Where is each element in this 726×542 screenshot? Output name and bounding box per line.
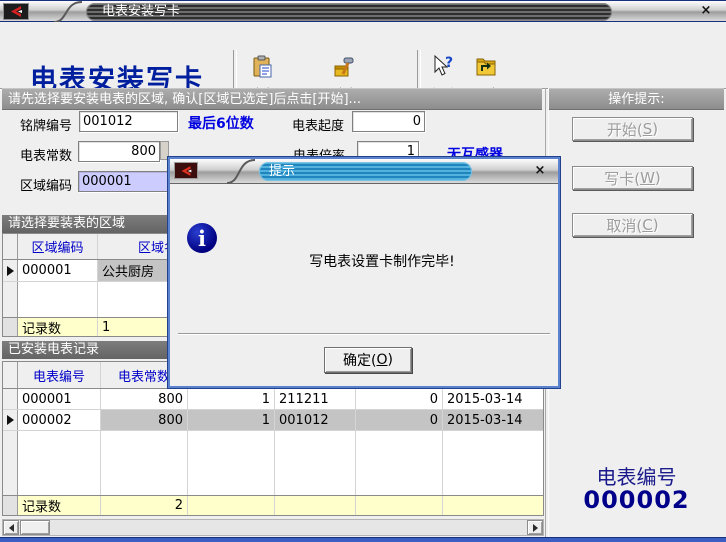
info-icon: i	[187, 223, 217, 253]
exit-folder-icon	[474, 54, 500, 84]
left-arrow-icon	[9, 524, 14, 532]
current-row-marker-icon	[7, 415, 14, 425]
meter-number-value: 000002	[549, 486, 724, 514]
operation-hint-header: 操作提示:	[549, 88, 724, 110]
clipboard-icon	[249, 54, 275, 84]
titlebar-swoosh	[52, 1, 90, 23]
cell-ratio: 1	[188, 410, 275, 430]
scroll-left-button[interactable]	[3, 520, 19, 535]
last6-hint: 最后6位数	[188, 113, 254, 133]
dialog-message: 写电表设置卡制作完毕!	[170, 251, 558, 271]
dialog-title: 提示	[259, 162, 472, 181]
constant-input[interactable]	[78, 141, 160, 162]
svg-text:?: ?	[445, 55, 453, 71]
dialog-close-button[interactable]: ×	[532, 163, 548, 179]
region-code-input[interactable]	[78, 171, 178, 192]
dialog-titlebar: 提示 ×	[170, 159, 558, 184]
row-selector-cell	[3, 389, 18, 409]
cell-nameplate: 211211	[275, 389, 356, 409]
cell-meter-no: 000002	[18, 410, 101, 430]
horizontal-scrollbar[interactable]	[2, 519, 544, 536]
toolbar: 电表安装写卡 读卡	[0, 22, 726, 89]
app-logo-icon	[3, 3, 29, 20]
scroll-right-button[interactable]	[527, 520, 543, 535]
window-border-bottom	[0, 537, 726, 542]
cell-date: 2015-03-14	[443, 389, 543, 409]
cell-region-code: 000001	[18, 260, 98, 281]
meter-table-footer: 记录数 2	[3, 495, 543, 515]
row-selector-header	[3, 234, 18, 259]
cell-meter-constant: 800	[101, 410, 188, 430]
cell-date: 2015-03-14	[443, 410, 543, 430]
ok-button[interactable]: 确定(O)	[324, 347, 412, 373]
current-row-marker-icon	[7, 266, 14, 276]
nameplate-input[interactable]	[79, 111, 178, 132]
record-count-value: 2	[101, 496, 188, 515]
write-card-button[interactable]: 写卡(W)	[572, 166, 693, 190]
table-empty-area	[3, 431, 543, 495]
cell-start-reading: 0	[356, 389, 443, 409]
cell-nameplate: 001012	[275, 410, 356, 430]
cancel-button[interactable]: 取消(C)	[572, 213, 693, 237]
row-selector-cell	[3, 260, 18, 281]
instruction-statusbar: 请先选择要安装电表的区域, 确认[区域已选定]后点击[开始]...	[2, 88, 542, 110]
column-header-meter-no: 电表编号	[18, 362, 101, 388]
window-close-button[interactable]: ×	[698, 3, 714, 19]
dialog-separator	[178, 333, 550, 335]
start-reading-label: 电表起度	[292, 115, 344, 134]
app-window: 电表安装写卡 × 电表安装写卡 读卡	[0, 0, 726, 542]
window-titlebar: 电表安装写卡 ×	[0, 0, 726, 22]
start-reading-input[interactable]	[352, 111, 425, 132]
cell-meter-constant: 800	[101, 389, 188, 409]
toolbox-hammer-icon	[332, 54, 358, 84]
nameplate-label: 铭牌编号	[20, 115, 72, 134]
table-row[interactable]: 000002 800 1 001012 0 2015-03-14	[3, 410, 543, 431]
row-selector-header	[3, 362, 18, 388]
scrollbar-thumb[interactable]	[20, 520, 50, 535]
right-arrow-icon	[533, 524, 538, 532]
cell-meter-no: 000001	[18, 389, 101, 409]
table-row[interactable]: 000001 800 1 211211 0 2015-03-14	[3, 389, 543, 410]
start-button[interactable]: 开始(S)	[572, 117, 693, 141]
cell-start-reading: 0	[356, 410, 443, 430]
row-selector-cell	[3, 410, 18, 430]
dialog-titlebar-swoosh	[225, 159, 263, 184]
message-dialog: 提示 × i 写电表设置卡制作完毕! 确定(O)	[168, 157, 560, 388]
region-code-label: 区域编码	[20, 175, 72, 194]
record-count-label: 记录数	[18, 496, 101, 515]
cell-ratio: 1	[188, 389, 275, 409]
column-header-region-code: 区域编码	[18, 234, 98, 259]
help-cursor-icon: ?	[430, 54, 456, 84]
scrollbar-track[interactable]	[50, 520, 527, 535]
window-title: 电表安装写卡	[86, 3, 612, 21]
record-count-label: 记录数	[18, 318, 98, 336]
constant-label: 电表常数	[20, 145, 72, 164]
dialog-logo-icon	[174, 162, 198, 179]
